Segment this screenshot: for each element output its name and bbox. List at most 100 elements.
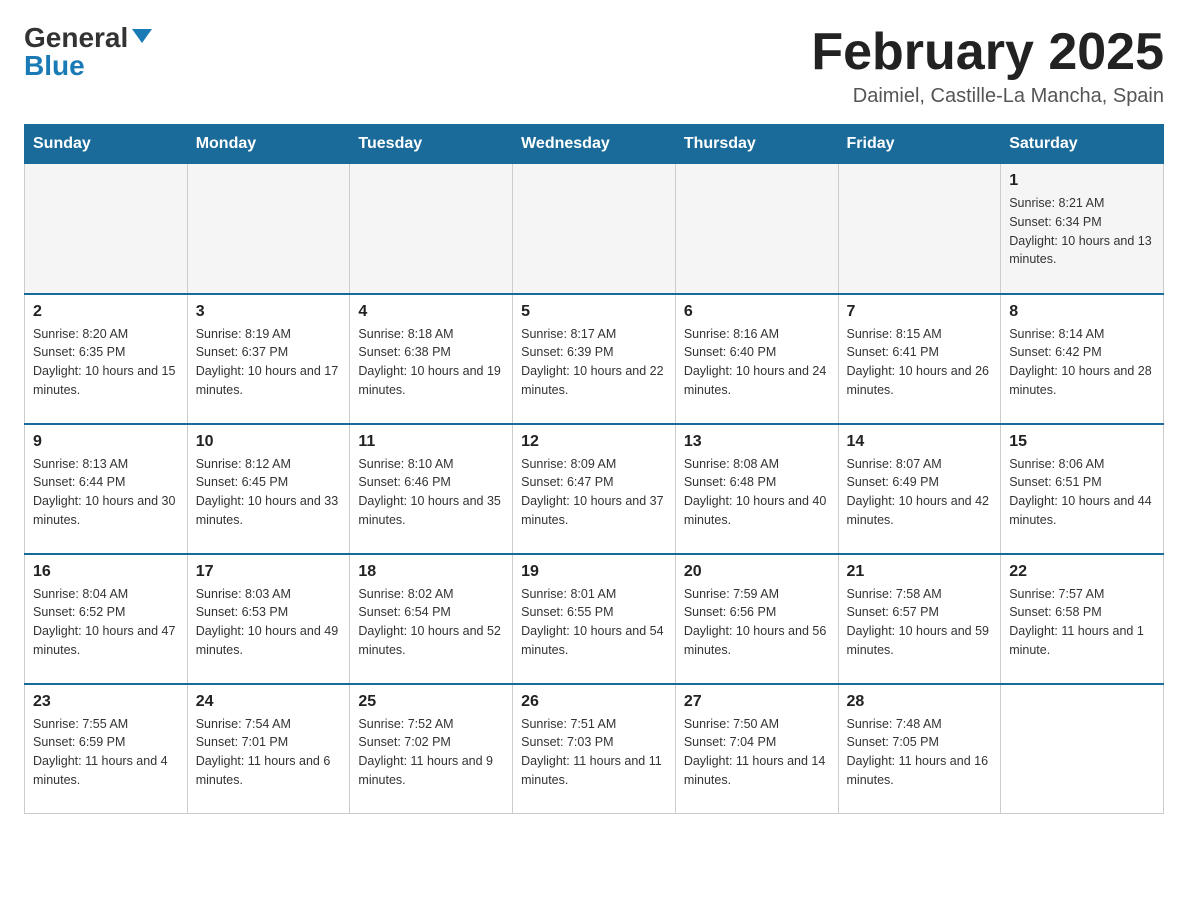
- day-number: 9: [33, 433, 179, 451]
- day-number: 23: [33, 693, 179, 711]
- calendar-week-row: 2 Sunrise: 8:20 AMSunset: 6:35 PMDaylight…: [25, 294, 1164, 424]
- day-number: 14: [847, 433, 993, 451]
- day-info: Sunrise: 8:16 AMSunset: 6:40 PMDaylight:…: [684, 325, 830, 400]
- day-info: Sunrise: 8:14 AMSunset: 6:42 PMDaylight:…: [1009, 325, 1155, 400]
- logo-blue-text: Blue: [24, 52, 85, 80]
- calendar-cell: 4Sunrise: 8:18 AMSunset: 6:38 PMDaylight…: [350, 294, 513, 424]
- calendar-cell: 2 Sunrise: 8:20 AMSunset: 6:35 PMDaylight…: [25, 294, 188, 424]
- calendar-title: February 2025: [811, 24, 1164, 81]
- calendar-cell: 8 Sunrise: 8:14 AMSunset: 6:42 PMDaylight…: [1001, 294, 1164, 424]
- calendar-cell: 18 Sunrise: 8:02 AMSunset: 6:54 PMDayligh…: [350, 554, 513, 684]
- calendar-cell: 19 Sunrise: 8:01 AMSunset: 6:55 PMDayligh…: [513, 554, 676, 684]
- day-number: 8: [1009, 303, 1155, 321]
- calendar-cell: 25 Sunrise: 7:52 AMSunset: 7:02 PMDayligh…: [350, 684, 513, 814]
- day-number: 3: [196, 303, 342, 321]
- day-info: Sunrise: 8:17 AMSunset: 6:39 PMDaylight:…: [521, 325, 667, 400]
- day-number: 18: [358, 563, 504, 581]
- day-info: Sunrise: 7:50 AMSunset: 7:04 PMDaylight:…: [684, 715, 830, 790]
- calendar-week-row: 9 Sunrise: 8:13 AMSunset: 6:44 PMDaylight…: [25, 424, 1164, 554]
- day-info: Sunrise: 8:13 AMSunset: 6:44 PMDaylight:…: [33, 455, 179, 530]
- calendar-cell: 20 Sunrise: 7:59 AMSunset: 6:56 PMDayligh…: [675, 554, 838, 684]
- logo: General Blue: [24, 24, 152, 80]
- calendar-cell: 7 Sunrise: 8:15 AMSunset: 6:41 PMDaylight…: [838, 294, 1001, 424]
- calendar-week-row: 16 Sunrise: 8:04 AMSunset: 6:52 PMDayligh…: [25, 554, 1164, 684]
- calendar-header-tuesday: Tuesday: [350, 125, 513, 164]
- day-number: 6: [684, 303, 830, 321]
- title-section: February 2025 Daimiel, Castille-La Manch…: [811, 24, 1164, 108]
- day-number: 25: [358, 693, 504, 711]
- day-info: Sunrise: 8:10 AMSunset: 6:46 PMDaylight:…: [358, 455, 504, 530]
- calendar-header-friday: Friday: [838, 125, 1001, 164]
- calendar-subtitle: Daimiel, Castille-La Mancha, Spain: [811, 85, 1164, 108]
- day-info: Sunrise: 7:58 AMSunset: 6:57 PMDaylight:…: [847, 585, 993, 660]
- day-number: 26: [521, 693, 667, 711]
- day-number: 13: [684, 433, 830, 451]
- day-number: 24: [196, 693, 342, 711]
- day-info: Sunrise: 8:09 AMSunset: 6:47 PMDaylight:…: [521, 455, 667, 530]
- calendar-cell: [25, 164, 188, 294]
- calendar-header-thursday: Thursday: [675, 125, 838, 164]
- day-info: Sunrise: 8:08 AMSunset: 6:48 PMDaylight:…: [684, 455, 830, 530]
- day-info: Sunrise: 8:01 AMSunset: 6:55 PMDaylight:…: [521, 585, 667, 660]
- day-info: Sunrise: 7:51 AMSunset: 7:03 PMDaylight:…: [521, 715, 667, 790]
- calendar-cell: 16 Sunrise: 8:04 AMSunset: 6:52 PMDayligh…: [25, 554, 188, 684]
- calendar-cell: 22Sunrise: 7:57 AMSunset: 6:58 PMDayligh…: [1001, 554, 1164, 684]
- calendar-week-row: 1 Sunrise: 8:21 AMSunset: 6:34 PMDaylight…: [25, 164, 1164, 294]
- calendar-header-saturday: Saturday: [1001, 125, 1164, 164]
- calendar-cell: [350, 164, 513, 294]
- day-number: 11: [358, 433, 504, 451]
- calendar-cell: 12 Sunrise: 8:09 AMSunset: 6:47 PMDayligh…: [513, 424, 676, 554]
- day-number: 12: [521, 433, 667, 451]
- day-info: Sunrise: 8:18 AMSunset: 6:38 PMDaylight:…: [358, 325, 504, 400]
- calendar-header-sunday: Sunday: [25, 125, 188, 164]
- day-info: Sunrise: 7:59 AMSunset: 6:56 PMDaylight:…: [684, 585, 830, 660]
- calendar-table: SundayMondayTuesdayWednesdayThursdayFrid…: [24, 124, 1164, 814]
- day-number: 22: [1009, 563, 1155, 581]
- day-info: Sunrise: 8:07 AMSunset: 6:49 PMDaylight:…: [847, 455, 993, 530]
- page-header: General Blue February 2025 Daimiel, Cast…: [24, 24, 1164, 108]
- day-info: Sunrise: 8:12 AMSunset: 6:45 PMDaylight:…: [196, 455, 342, 530]
- day-number: 20: [684, 563, 830, 581]
- calendar-cell: [187, 164, 350, 294]
- calendar-cell: 5 Sunrise: 8:17 AMSunset: 6:39 PMDaylight…: [513, 294, 676, 424]
- calendar-cell: 21 Sunrise: 7:58 AMSunset: 6:57 PMDayligh…: [838, 554, 1001, 684]
- day-number: 10: [196, 433, 342, 451]
- calendar-cell: 13 Sunrise: 8:08 AMSunset: 6:48 PMDayligh…: [675, 424, 838, 554]
- logo-triangle-icon: [132, 29, 152, 43]
- calendar-cell: 24 Sunrise: 7:54 AMSunset: 7:01 PMDayligh…: [187, 684, 350, 814]
- day-number: 21: [847, 563, 993, 581]
- day-info: Sunrise: 7:54 AMSunset: 7:01 PMDaylight:…: [196, 715, 342, 790]
- calendar-header-row: SundayMondayTuesdayWednesdayThursdayFrid…: [25, 125, 1164, 164]
- day-info: Sunrise: 8:06 AMSunset: 6:51 PMDaylight:…: [1009, 455, 1155, 530]
- day-info: Sunrise: 8:20 AMSunset: 6:35 PMDaylight:…: [33, 325, 179, 400]
- calendar-cell: [838, 164, 1001, 294]
- day-number: 7: [847, 303, 993, 321]
- day-number: 27: [684, 693, 830, 711]
- calendar-cell: 27 Sunrise: 7:50 AMSunset: 7:04 PMDayligh…: [675, 684, 838, 814]
- day-number: 2: [33, 303, 179, 321]
- calendar-cell: 11 Sunrise: 8:10 AMSunset: 6:46 PMDayligh…: [350, 424, 513, 554]
- calendar-cell: [1001, 684, 1164, 814]
- day-info: Sunrise: 8:03 AMSunset: 6:53 PMDaylight:…: [196, 585, 342, 660]
- calendar-cell: 10 Sunrise: 8:12 AMSunset: 6:45 PMDayligh…: [187, 424, 350, 554]
- calendar-cell: 23Sunrise: 7:55 AMSunset: 6:59 PMDayligh…: [25, 684, 188, 814]
- day-number: 16: [33, 563, 179, 581]
- day-info: Sunrise: 7:52 AMSunset: 7:02 PMDaylight:…: [358, 715, 504, 790]
- day-info: Sunrise: 8:21 AMSunset: 6:34 PMDaylight:…: [1009, 194, 1155, 269]
- calendar-cell: [513, 164, 676, 294]
- day-info: Sunrise: 8:15 AMSunset: 6:41 PMDaylight:…: [847, 325, 993, 400]
- day-info: Sunrise: 8:02 AMSunset: 6:54 PMDaylight:…: [358, 585, 504, 660]
- calendar-cell: 28Sunrise: 7:48 AMSunset: 7:05 PMDayligh…: [838, 684, 1001, 814]
- calendar-cell: 17 Sunrise: 8:03 AMSunset: 6:53 PMDayligh…: [187, 554, 350, 684]
- calendar-cell: 9 Sunrise: 8:13 AMSunset: 6:44 PMDaylight…: [25, 424, 188, 554]
- day-number: 1: [1009, 172, 1155, 190]
- day-number: 19: [521, 563, 667, 581]
- day-number: 5: [521, 303, 667, 321]
- logo-general-text: General: [24, 24, 128, 52]
- calendar-cell: 1 Sunrise: 8:21 AMSunset: 6:34 PMDaylight…: [1001, 164, 1164, 294]
- calendar-cell: 15Sunrise: 8:06 AMSunset: 6:51 PMDayligh…: [1001, 424, 1164, 554]
- day-number: 17: [196, 563, 342, 581]
- day-number: 28: [847, 693, 993, 711]
- calendar-cell: 6 Sunrise: 8:16 AMSunset: 6:40 PMDaylight…: [675, 294, 838, 424]
- day-info: Sunrise: 8:04 AMSunset: 6:52 PMDaylight:…: [33, 585, 179, 660]
